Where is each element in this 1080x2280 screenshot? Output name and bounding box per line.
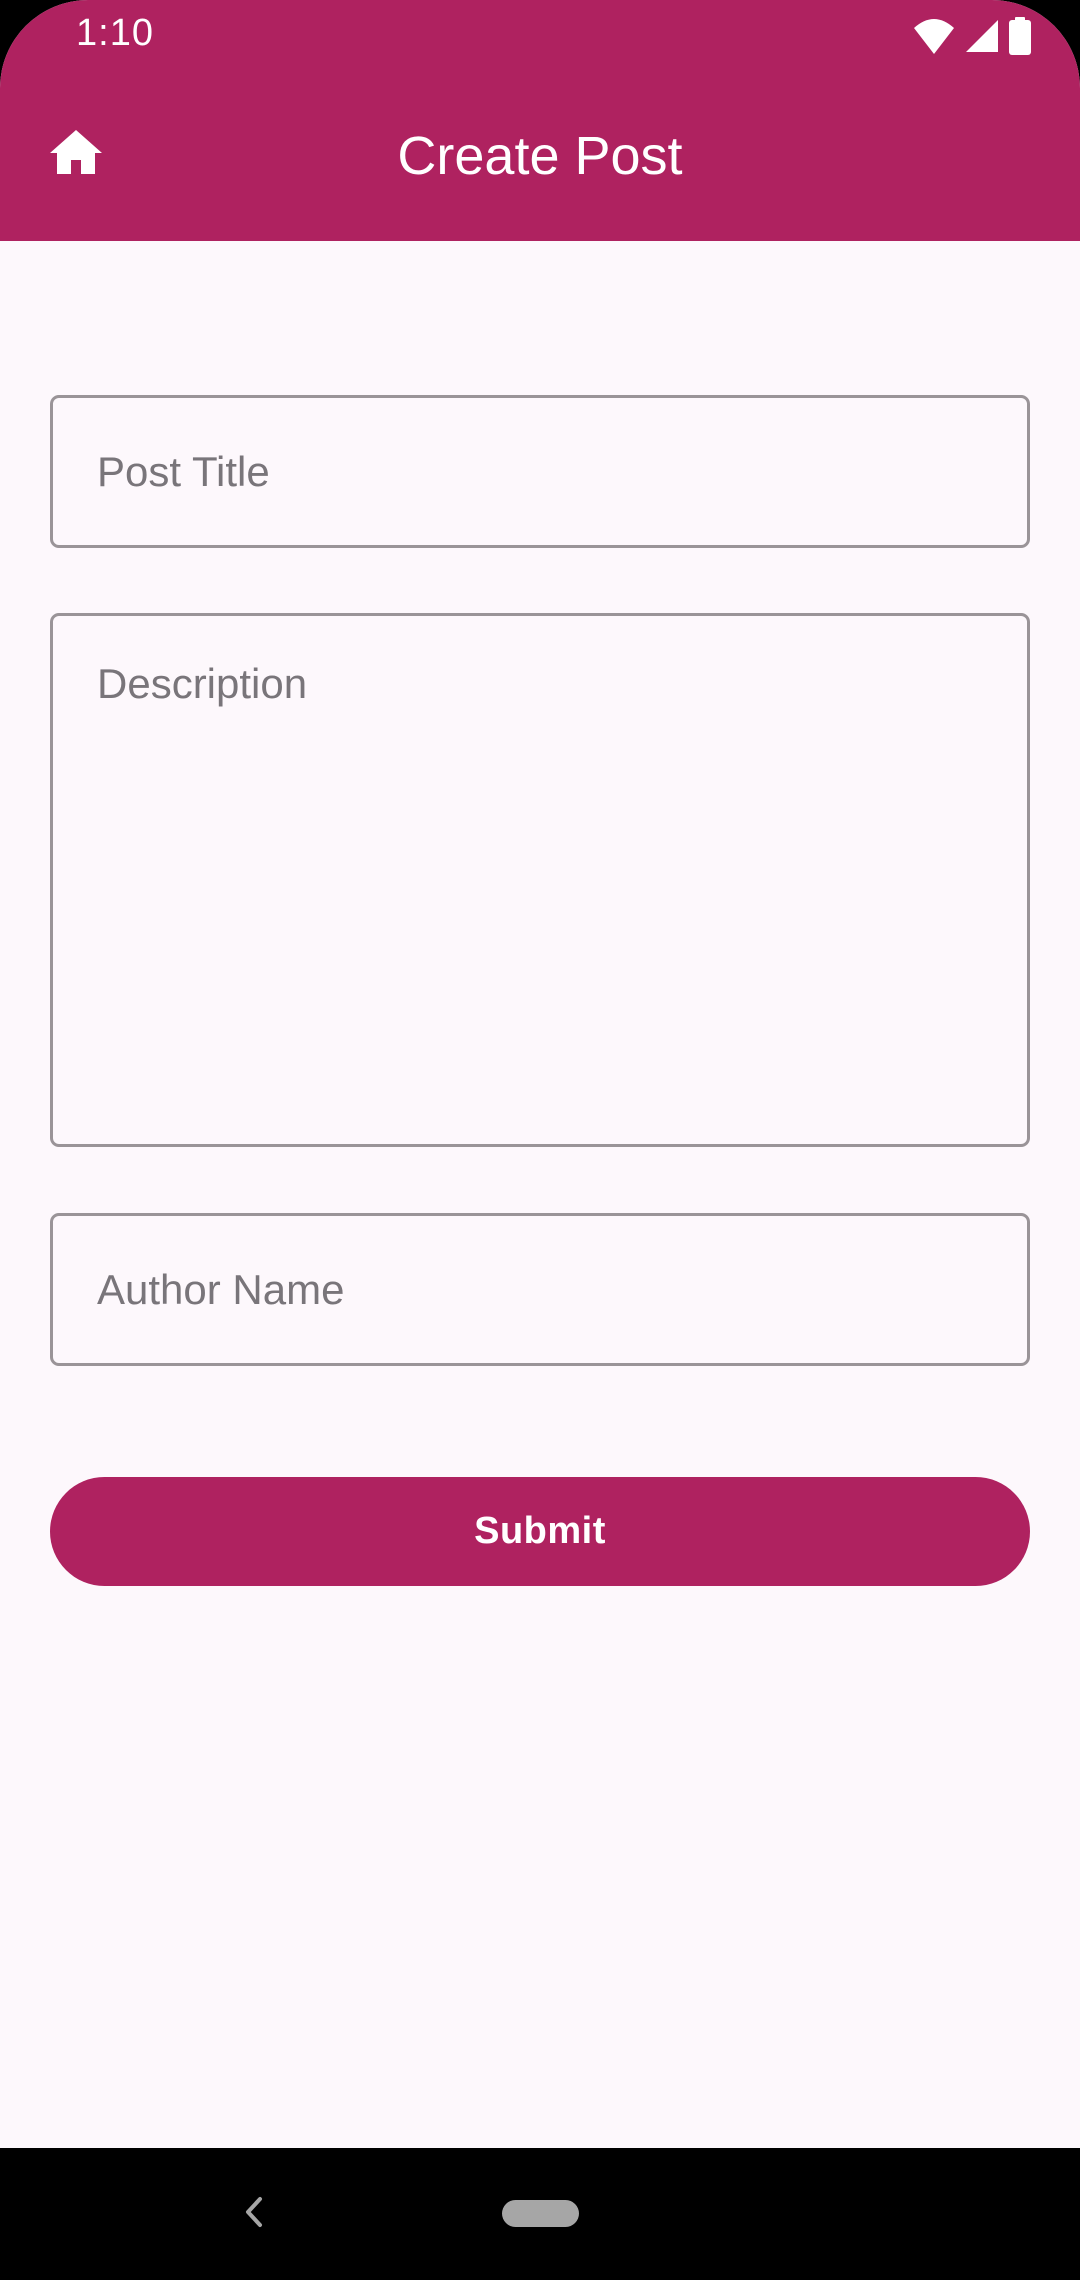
system-navigation-bar (0, 2148, 1080, 2280)
author-name-input[interactable]: Author Name (50, 1213, 1030, 1366)
back-icon (243, 2196, 265, 2233)
post-title-placeholder: Post Title (97, 448, 270, 495)
screen: 1:10 Create Post Post Title Description … (0, 0, 1080, 2280)
submit-button[interactable]: Submit (50, 1477, 1030, 1586)
page-title: Create Post (397, 126, 683, 186)
description-placeholder: Description (97, 660, 308, 707)
battery-icon (1008, 17, 1032, 60)
submit-button-label: Submit (474, 1510, 606, 1552)
post-title-input[interactable]: Post Title (50, 395, 1030, 548)
top-app-bar: 1:10 Create Post (0, 0, 1080, 241)
description-input[interactable]: Description (50, 613, 1030, 1147)
signal-icon (964, 18, 1000, 59)
back-button[interactable] (232, 2192, 276, 2236)
home-pill-icon[interactable] (502, 2200, 579, 2227)
status-time: 1:10 (76, 12, 154, 54)
wifi-icon (912, 16, 956, 61)
status-icons (912, 16, 1032, 61)
author-name-placeholder: Author Name (97, 1266, 345, 1313)
